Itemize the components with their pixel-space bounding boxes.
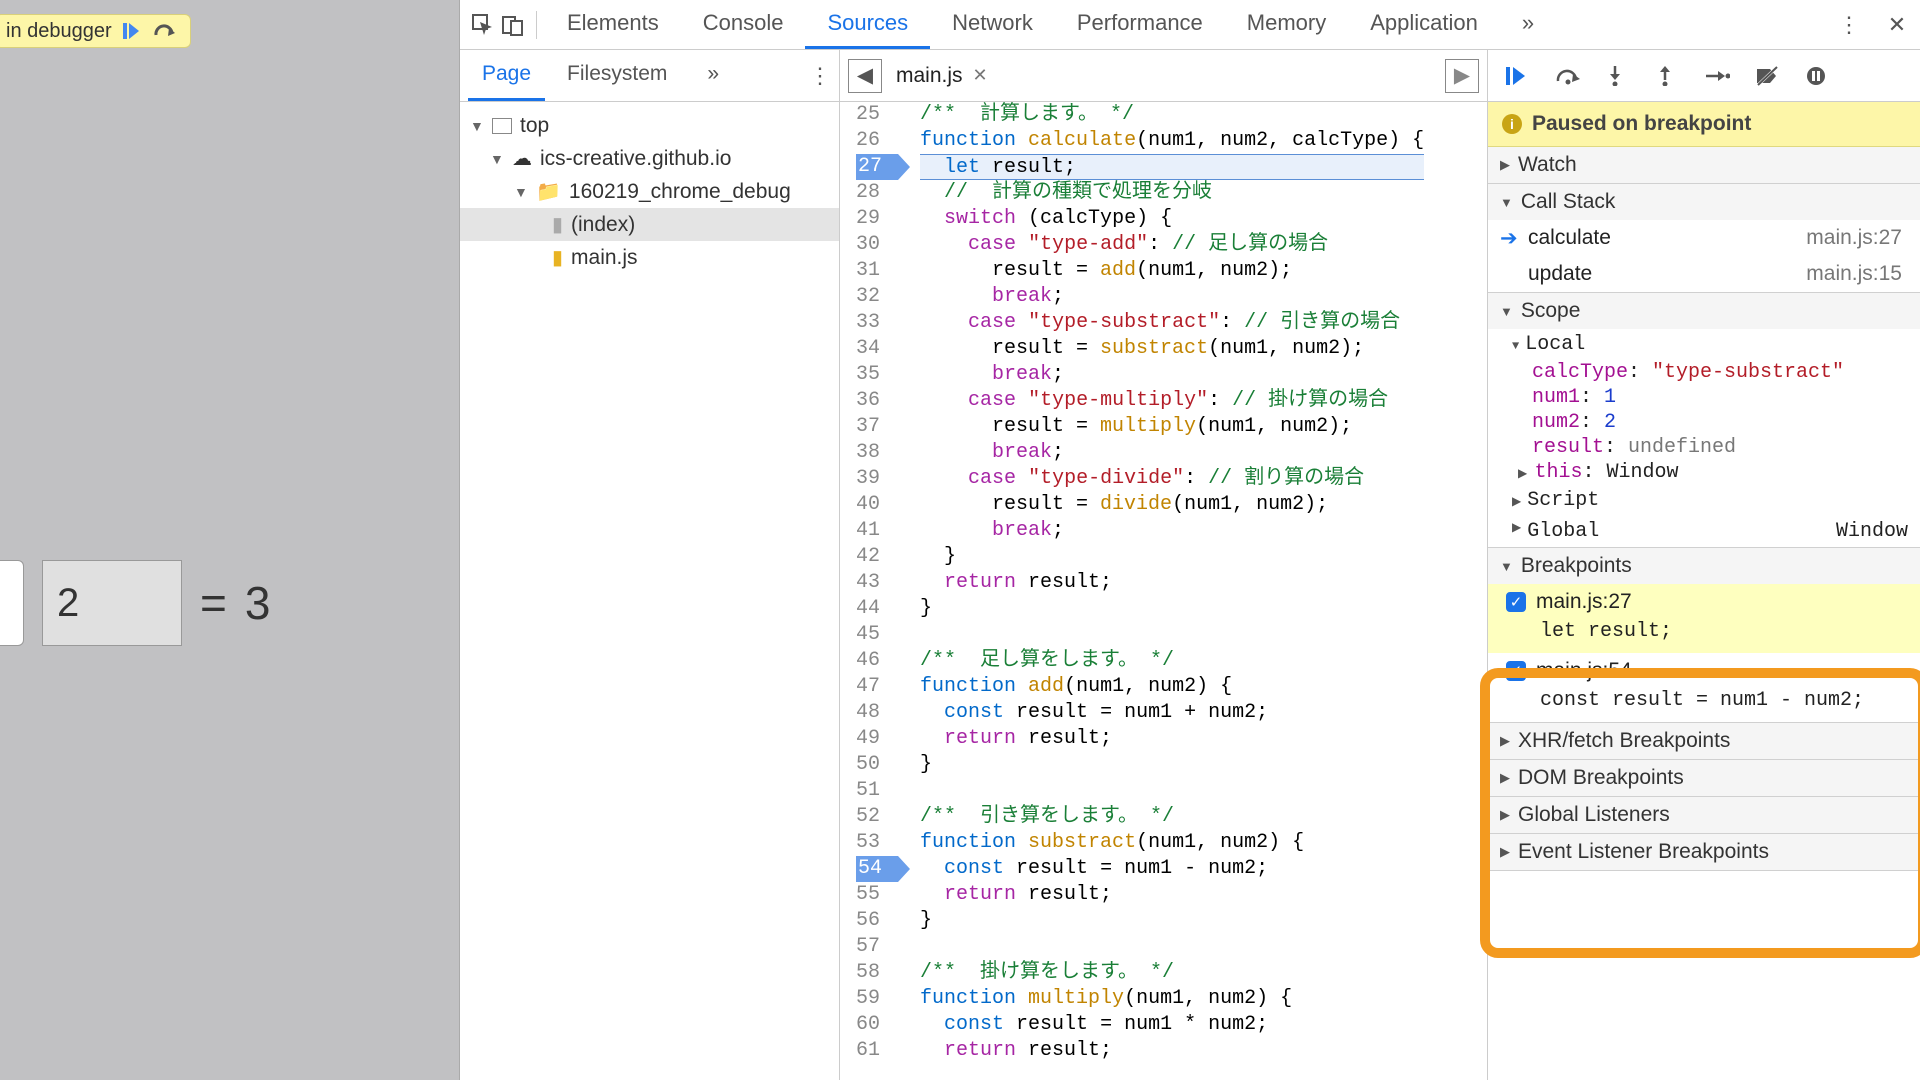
step-icon[interactable] bbox=[1706, 67, 1730, 85]
num-input[interactable]: 2 bbox=[42, 560, 182, 646]
scope-variable[interactable]: num1: 1 bbox=[1488, 385, 1920, 410]
tree-domain[interactable]: ▼☁︎ics-creative.github.io bbox=[460, 142, 839, 175]
section-dom-breakpoints[interactable]: ▶DOM Breakpoints bbox=[1488, 760, 1920, 796]
devtools-tabstrip: Elements Console Sources Network Perform… bbox=[460, 0, 1920, 50]
operator-select-fragment[interactable] bbox=[0, 560, 24, 646]
scope-local[interactable]: ▼Local bbox=[1488, 329, 1920, 360]
tree-folder[interactable]: ▼📁160219_chrome_debug bbox=[460, 175, 839, 208]
tab-application[interactable]: Application bbox=[1348, 0, 1500, 49]
pause-exceptions-icon[interactable] bbox=[1806, 66, 1830, 86]
toggle-debugger-icon[interactable]: ▶ bbox=[1445, 59, 1479, 93]
breakpoint-item[interactable]: ✓main.js:27let result; bbox=[1488, 584, 1920, 653]
nav-tab-page[interactable]: Page bbox=[468, 50, 545, 101]
step-out-icon[interactable] bbox=[1656, 66, 1680, 86]
paused-text: in debugger bbox=[6, 20, 112, 43]
device-toolbar-icon[interactable] bbox=[498, 14, 528, 36]
section-scope[interactable]: ▼Scope bbox=[1488, 293, 1920, 329]
section-event-listener-breakpoints[interactable]: ▶Event Listener Breakpoints bbox=[1488, 834, 1920, 870]
paused-in-debugger-overlay: in debugger bbox=[0, 14, 191, 48]
scope-variable[interactable]: calcType: "type-substract" bbox=[1488, 360, 1920, 385]
settings-kebab-icon[interactable]: ⋮ bbox=[1834, 12, 1864, 38]
page-content: 2 = 3 bbox=[0, 560, 270, 646]
tab-memory[interactable]: Memory bbox=[1225, 0, 1348, 49]
info-icon: i bbox=[1502, 114, 1522, 134]
debugger-panel: iPaused on breakpoint ▶Watch ▼Call Stack… bbox=[1488, 50, 1920, 1080]
stack-frame[interactable]: calculatemain.js:27 bbox=[1488, 220, 1920, 256]
overlay-step-icon[interactable] bbox=[150, 19, 180, 43]
inspect-icon[interactable] bbox=[468, 14, 498, 36]
section-callstack[interactable]: ▼Call Stack bbox=[1488, 184, 1920, 220]
scope-variable[interactable]: num2: 2 bbox=[1488, 410, 1920, 435]
document-icon: ▮ bbox=[552, 212, 563, 237]
tabs-overflow-icon[interactable]: » bbox=[1500, 0, 1556, 49]
breakpoint-checkbox[interactable]: ✓ bbox=[1506, 592, 1526, 612]
nav-kebab-icon[interactable]: ⋮ bbox=[809, 63, 831, 89]
editor-tab-mainjs[interactable]: main.js✕ bbox=[888, 50, 996, 101]
overlay-resume-icon[interactable] bbox=[116, 19, 146, 43]
section-breakpoints[interactable]: ▼Breakpoints bbox=[1488, 548, 1920, 584]
rendered-page: in debugger 2 = 3 bbox=[0, 0, 460, 1080]
toggle-navigator-icon[interactable]: ◀ bbox=[848, 59, 882, 93]
scope-variable[interactable]: result: undefined bbox=[1488, 435, 1920, 460]
tab-network[interactable]: Network bbox=[930, 0, 1055, 49]
nav-tab-filesystem[interactable]: Filesystem bbox=[553, 50, 681, 101]
breakpoint-checkbox[interactable]: ✓ bbox=[1506, 661, 1526, 681]
section-xhr-breakpoints[interactable]: ▶XHR/fetch Breakpoints bbox=[1488, 723, 1920, 759]
result-value: 3 bbox=[245, 576, 271, 630]
step-into-icon[interactable] bbox=[1606, 66, 1630, 86]
tab-performance[interactable]: Performance bbox=[1055, 0, 1225, 49]
file-tree: ▼top ▼☁︎ics-creative.github.io ▼📁160219_… bbox=[460, 102, 839, 282]
code-content[interactable]: /** 計算します。 */function calculate(num1, nu… bbox=[902, 102, 1424, 1080]
nav-tabs-more-icon[interactable]: » bbox=[693, 50, 733, 101]
line-gutter[interactable]: 2526272829303132333435363738394041424344… bbox=[840, 102, 902, 1080]
deactivate-breakpoints-icon[interactable] bbox=[1756, 66, 1780, 86]
scope-global[interactable]: ▶GlobalWindow bbox=[1488, 516, 1920, 547]
devtools: Elements Console Sources Network Perform… bbox=[460, 0, 1920, 1080]
close-tab-icon[interactable]: ✕ bbox=[973, 65, 988, 86]
debugger-toolbar bbox=[1488, 50, 1920, 102]
scope-script[interactable]: ▶Script bbox=[1488, 485, 1920, 516]
close-devtools-icon[interactable]: ✕ bbox=[1882, 12, 1912, 38]
stack-frame[interactable]: updatemain.js:15 bbox=[1488, 256, 1920, 292]
equals-sign: = bbox=[200, 576, 227, 630]
step-over-icon[interactable] bbox=[1556, 67, 1580, 85]
tree-file-mainjs[interactable]: ▮main.js bbox=[460, 241, 839, 274]
resume-icon[interactable] bbox=[1506, 66, 1530, 86]
section-watch[interactable]: ▶Watch bbox=[1488, 147, 1920, 183]
scope-this[interactable]: ▶ this: Window bbox=[1488, 460, 1920, 485]
js-file-icon: ▮ bbox=[552, 245, 563, 270]
breakpoint-item[interactable]: ✓main.js:54const result = num1 - num2; bbox=[1488, 653, 1920, 722]
folder-icon: 📁 bbox=[536, 179, 561, 204]
tab-console[interactable]: Console bbox=[681, 0, 806, 49]
frame-icon bbox=[492, 118, 512, 134]
section-global-listeners[interactable]: ▶Global Listeners bbox=[1488, 797, 1920, 833]
tab-sources[interactable]: Sources bbox=[805, 0, 930, 49]
tab-elements[interactable]: Elements bbox=[545, 0, 681, 49]
sources-navigator: Page Filesystem » ⋮ ▼top ▼☁︎ics-creative… bbox=[460, 50, 840, 1080]
tree-file-index[interactable]: ▮(index) bbox=[460, 208, 839, 241]
tree-top[interactable]: ▼top bbox=[460, 110, 839, 142]
paused-message: iPaused on breakpoint bbox=[1488, 102, 1920, 147]
code-editor: ◀ main.js✕ ▶ 252627282930313233343536373… bbox=[840, 50, 1488, 1080]
cloud-icon: ☁︎ bbox=[512, 146, 532, 171]
